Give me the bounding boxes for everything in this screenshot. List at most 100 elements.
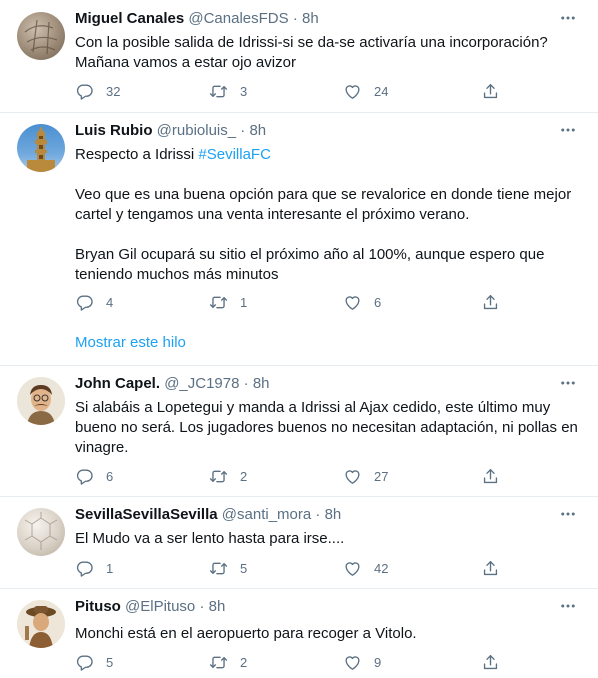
more-icon[interactable] [556, 8, 580, 28]
share-icon [481, 467, 500, 486]
user-name[interactable]: Pituso [75, 598, 121, 615]
tweet-text-span: Respecto a Idrissi [75, 146, 199, 163]
timestamp[interactable]: 8h [249, 122, 266, 139]
tweet-header: John Capel. @_JC1978 · 8h [75, 374, 270, 394]
timestamp[interactable]: 8h [302, 10, 319, 27]
user-handle[interactable]: @CanalesFDS [188, 10, 288, 27]
like-icon [343, 559, 362, 578]
share-button[interactable] [481, 558, 500, 578]
retweet-icon [209, 293, 228, 312]
tweet[interactable]: Pituso @ElPituso · 8h Monchi está en el … [0, 588, 598, 678]
like-icon [343, 467, 362, 486]
retweet-count: 2 [240, 654, 248, 670]
like-button[interactable]: 27 [343, 466, 388, 486]
separator-dot: · [199, 598, 205, 615]
avatar[interactable] [17, 12, 65, 60]
more-icon[interactable] [556, 596, 580, 616]
user-name[interactable]: John Capel. [75, 375, 160, 392]
tweet-text: Respecto a Idrissi #SevillaFC Veo que es… [75, 145, 580, 285]
avatar[interactable] [17, 124, 65, 172]
reply-icon [75, 82, 94, 101]
retweet-button[interactable]: 2 [209, 466, 247, 486]
reply-icon [75, 653, 94, 672]
reply-count: 32 [106, 83, 121, 99]
tweet-text: Monchi está en el aeropuerto para recoge… [75, 624, 580, 644]
like-button[interactable]: 42 [343, 558, 388, 578]
more-icon[interactable] [556, 373, 580, 393]
separator-dot: · [243, 375, 249, 392]
show-thread-link[interactable]: Mostrar este hilo [75, 334, 186, 351]
retweet-count: 5 [240, 560, 248, 576]
reply-button[interactable]: 5 [75, 652, 113, 672]
tweet-text-line: El Mudo va a ser lento hasta para irse..… [75, 530, 345, 547]
tweet-text-line: Monchi está en el aeropuerto para recoge… [75, 625, 417, 642]
reply-count: 4 [106, 294, 114, 310]
tweet-text: Si alabáis a Lopetegui y manda a Idrissi… [75, 398, 580, 458]
reply-button[interactable]: 1 [75, 558, 113, 578]
timestamp[interactable]: 8h [209, 598, 226, 615]
share-button[interactable] [481, 292, 500, 312]
tweet-header: Miguel Canales @CanalesFDS · 8h [75, 9, 319, 29]
share-button[interactable] [481, 81, 500, 101]
retweet-button[interactable]: 3 [209, 81, 247, 101]
user-handle[interactable]: @_JC1978 [164, 375, 239, 392]
tweet[interactable]: John Capel. @_JC1978 · 8h Si alabáis a L… [0, 365, 598, 497]
retweet-icon [209, 559, 228, 578]
tweet-header: Pituso @ElPituso · 8h [75, 597, 225, 617]
user-name[interactable]: Luis Rubio [75, 122, 153, 139]
tweet[interactable]: Luis Rubio @rubioluis_ · 8h Respecto a I… [0, 112, 598, 366]
tweet[interactable]: SevillaSevillaSevilla @santi_mora · 8h E… [0, 496, 598, 589]
share-button[interactable] [481, 466, 500, 486]
like-icon [343, 82, 362, 101]
like-button[interactable]: 6 [343, 292, 381, 312]
user-handle[interactable]: @ElPituso [125, 598, 195, 615]
retweet-button[interactable]: 1 [209, 292, 247, 312]
tweet-text-line: Bryan Gil ocupará su sitio el próximo añ… [75, 246, 545, 263]
reply-icon [75, 467, 94, 486]
reply-button[interactable]: 32 [75, 81, 120, 101]
avatar[interactable] [17, 377, 65, 425]
separator-dot: · [292, 10, 298, 27]
more-icon[interactable] [556, 120, 580, 140]
tweet-actions: 32 3 24 [75, 81, 505, 101]
like-count: 6 [374, 294, 382, 310]
tweet-text-line: Si alabáis a Lopetegui y manda a Idrissi… [75, 399, 551, 416]
hashtag-link[interactable]: #SevillaFC [198, 146, 271, 163]
like-count: 9 [374, 654, 382, 670]
reply-icon [75, 559, 94, 578]
tweet[interactable]: Miguel Canales @CanalesFDS · 8h Con la p… [0, 0, 598, 113]
timestamp[interactable]: 8h [253, 375, 270, 392]
more-icon[interactable] [556, 504, 580, 524]
like-button[interactable]: 9 [343, 652, 381, 672]
like-button[interactable]: 24 [343, 81, 388, 101]
reply-count: 5 [106, 654, 114, 670]
tweet-actions: 1 5 42 [75, 558, 505, 578]
like-count: 42 [374, 560, 389, 576]
avatar[interactable] [17, 600, 65, 648]
user-handle[interactable]: @rubioluis_ [157, 122, 236, 139]
user-name[interactable]: Miguel Canales [75, 10, 184, 27]
reply-count: 1 [106, 560, 114, 576]
tweet-text-line: Mañana vamos a estar ojo avizor [75, 54, 296, 71]
share-icon [481, 653, 500, 672]
share-button[interactable] [481, 652, 500, 672]
avatar[interactable] [17, 508, 65, 556]
tweet-actions: 5 2 9 [75, 652, 505, 672]
tweet-text-line: Respecto a Idrissi #SevillaFC [75, 145, 580, 165]
reply-button[interactable]: 4 [75, 292, 113, 312]
like-count: 27 [374, 468, 389, 484]
user-handle[interactable]: @santi_mora [222, 506, 311, 523]
reply-button[interactable]: 6 [75, 466, 113, 486]
retweet-icon [209, 467, 228, 486]
tweet-text: Con la posible salida de Idrissi-si se d… [75, 33, 580, 73]
share-icon [481, 293, 500, 312]
retweet-button[interactable]: 2 [209, 652, 247, 672]
timestamp[interactable]: 8h [325, 506, 342, 523]
user-name[interactable]: SevillaSevillaSevilla [75, 506, 218, 523]
retweet-button[interactable]: 5 [209, 558, 247, 578]
retweet-count: 3 [240, 83, 248, 99]
tweet-text: El Mudo va a ser lento hasta para irse..… [75, 529, 580, 549]
retweet-icon [209, 653, 228, 672]
